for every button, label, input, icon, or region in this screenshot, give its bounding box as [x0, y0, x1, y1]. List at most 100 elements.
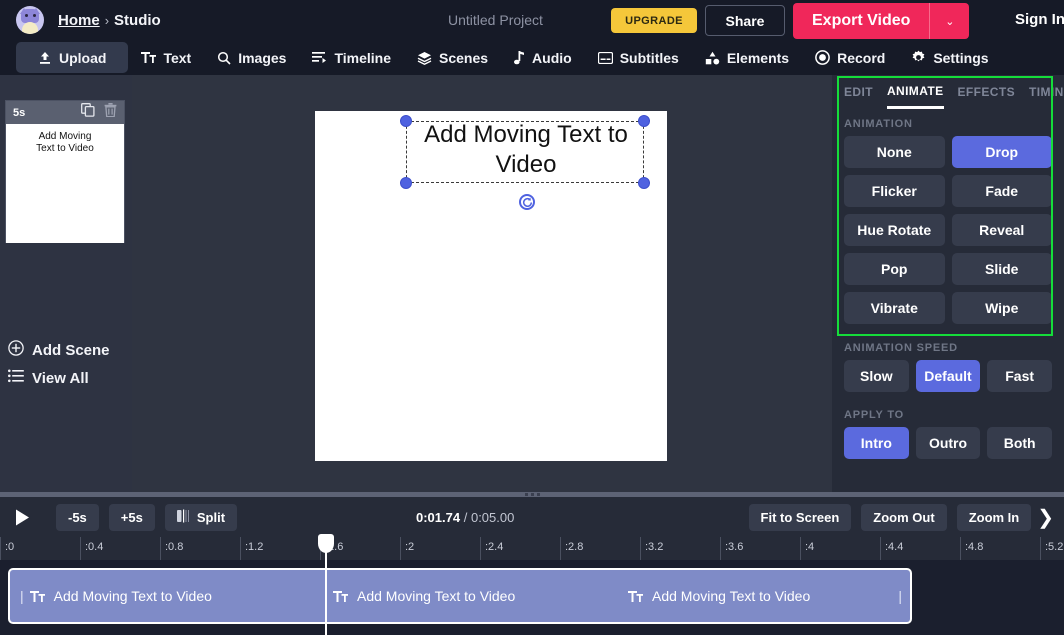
back-5s-button[interactable]: -5s — [56, 504, 99, 531]
search-icon — [217, 51, 231, 65]
nav-item-images[interactable]: Images — [204, 42, 299, 73]
animation-options-grid: None Drop Flicker Fade Hue Rotate Reveal… — [832, 136, 1064, 324]
animation-section-label: ANIMATION — [832, 118, 1064, 130]
zoom-in-button[interactable]: Zoom In — [957, 504, 1032, 531]
playhead[interactable] — [325, 534, 327, 635]
timeline-track: | Add Moving Text to Video Add Moving Te… — [0, 560, 1064, 635]
selected-text-element[interactable]: Add Moving Text to Video — [406, 121, 644, 183]
clip-right-trim-handle[interactable]: | — [898, 588, 902, 604]
tab-animate[interactable]: ANIMATE — [887, 75, 944, 109]
nav-item-elements[interactable]: Elements — [692, 42, 802, 73]
apply-to-outro[interactable]: Outro — [916, 427, 981, 459]
split-icon — [177, 509, 190, 526]
scenes-sidebar: 5s Add Moving Text to Video Add Scene Vi… — [0, 75, 132, 492]
playhead-knob[interactable] — [318, 534, 334, 553]
tab-effects[interactable]: EFFECTS — [958, 75, 1015, 109]
nav-item-timeline[interactable]: Timeline — [299, 42, 404, 73]
speed-option-default[interactable]: Default — [916, 360, 981, 392]
zoom-out-button[interactable]: Zoom Out — [861, 504, 946, 531]
add-scene-label: Add Scene — [32, 342, 110, 359]
clip-label: Add Moving Text to Video — [357, 588, 515, 604]
sign-in-button[interactable]: Sign In — [1015, 11, 1064, 28]
animation-speed-label: ANIMATION SPEED — [832, 342, 1064, 354]
timeline-clip[interactable]: Add Moving Text to Video | — [618, 568, 912, 624]
speed-option-fast[interactable]: Fast — [987, 360, 1052, 392]
breadcrumb-home[interactable]: Home — [58, 12, 100, 29]
delete-icon[interactable] — [104, 103, 117, 122]
resize-handle-top-right[interactable] — [638, 115, 650, 127]
split-button[interactable]: Split — [165, 504, 237, 531]
upgrade-button[interactable]: UPGRADE — [611, 8, 697, 33]
list-icon — [8, 369, 24, 387]
total-time: 0:05.00 — [471, 510, 514, 525]
scene-duration: 5s — [13, 107, 25, 119]
rotate-icon[interactable] — [519, 194, 535, 210]
ruler-tick: :2.8 — [560, 537, 640, 560]
chevron-right-icon[interactable]: ❯ — [1031, 505, 1060, 530]
ruler-tick: :0.4 — [80, 537, 160, 560]
scene-thumbnail[interactable]: 5s Add Moving Text to Video — [5, 100, 125, 243]
apply-to-both[interactable]: Both — [987, 427, 1052, 459]
nav-label: Upload — [59, 50, 106, 66]
animation-option-vibrate[interactable]: Vibrate — [844, 292, 945, 324]
animation-option-none[interactable]: None — [844, 136, 945, 168]
animation-option-wipe[interactable]: Wipe — [952, 292, 1053, 324]
timeline-clip[interactable]: | Add Moving Text to Video — [8, 568, 325, 624]
ruler-tick: :3.6 — [720, 537, 800, 560]
animation-option-pop[interactable]: Pop — [844, 253, 945, 285]
text-icon — [141, 51, 156, 64]
ruler-tick: :5.2 — [1040, 537, 1064, 560]
share-button[interactable]: Share — [705, 5, 785, 36]
animation-option-slide[interactable]: Slide — [952, 253, 1053, 285]
upload-icon — [38, 51, 52, 65]
speed-option-slow[interactable]: Slow — [844, 360, 909, 392]
timeline-ruler[interactable]: :0 :0.4 :0.8 :1.2 :1.6 :2 :2.4 :2.8 :3.2… — [0, 537, 1064, 560]
animation-option-reveal[interactable]: Reveal — [952, 214, 1053, 246]
text-icon — [30, 590, 45, 603]
animation-option-fade[interactable]: Fade — [952, 175, 1053, 207]
breadcrumb-current: Studio — [114, 12, 161, 29]
animation-option-hue-rotate[interactable]: Hue Rotate — [844, 214, 945, 246]
nav-item-text[interactable]: Text — [128, 42, 204, 73]
fit-to-screen-button[interactable]: Fit to Screen — [749, 504, 852, 531]
clip-label: Add Moving Text to Video — [652, 588, 810, 604]
nav-item-record[interactable]: Record — [802, 42, 898, 73]
animation-option-drop[interactable]: Drop — [952, 136, 1053, 168]
export-video-button[interactable]: Export Video — [793, 3, 929, 39]
chevron-down-icon[interactable]: ⌄ — [929, 3, 969, 39]
tab-timing[interactable]: TIMING — [1029, 75, 1064, 109]
breadcrumb-separator: › — [105, 13, 109, 28]
duplicate-icon[interactable] — [81, 103, 95, 122]
play-button[interactable] — [10, 505, 34, 529]
properties-tabs: EDIT ANIMATE EFFECTS TIMING — [832, 75, 1064, 109]
nav-label: Text — [163, 50, 191, 66]
canvas-text: Add Moving Text to Video — [407, 120, 645, 180]
resize-handle-top-left[interactable] — [400, 115, 412, 127]
project-title[interactable]: Untitled Project — [448, 12, 543, 28]
nav-label: Elements — [727, 50, 789, 66]
nav-item-subtitles[interactable]: Subtitles — [585, 42, 692, 73]
view-all-button[interactable]: View All — [8, 369, 89, 387]
ruler-tick: :4.4 — [880, 537, 960, 560]
avatar[interactable] — [16, 6, 44, 34]
timeline-clip[interactable]: Add Moving Text to Video — [325, 568, 618, 624]
nav-item-scenes[interactable]: Scenes — [404, 42, 501, 73]
properties-panel: EDIT ANIMATE EFFECTS TIMING ANIMATION No… — [832, 75, 1064, 492]
forward-5s-button[interactable]: +5s — [109, 504, 155, 531]
tab-edit[interactable]: EDIT — [844, 75, 873, 109]
nav-item-audio[interactable]: Audio — [501, 42, 585, 73]
apply-to-intro[interactable]: Intro — [844, 427, 909, 459]
clip-label: Add Moving Text to Video — [54, 588, 212, 604]
apply-to-label: APPLY TO — [832, 409, 1064, 421]
nav-item-settings[interactable]: Settings — [898, 42, 1001, 73]
ruler-tick: :2 — [400, 537, 480, 560]
nav-item-upload[interactable]: Upload — [16, 42, 128, 73]
animation-option-flicker[interactable]: Flicker — [844, 175, 945, 207]
ruler-tick: :0 — [0, 537, 80, 560]
add-scene-button[interactable]: Add Scene — [8, 340, 110, 360]
clip-left-trim-handle[interactable]: | — [20, 588, 24, 604]
resize-handle-bottom-left[interactable] — [400, 177, 412, 189]
ruler-tick: :0.8 — [160, 537, 240, 560]
resize-handle-bottom-right[interactable] — [638, 177, 650, 189]
text-icon — [333, 590, 348, 603]
